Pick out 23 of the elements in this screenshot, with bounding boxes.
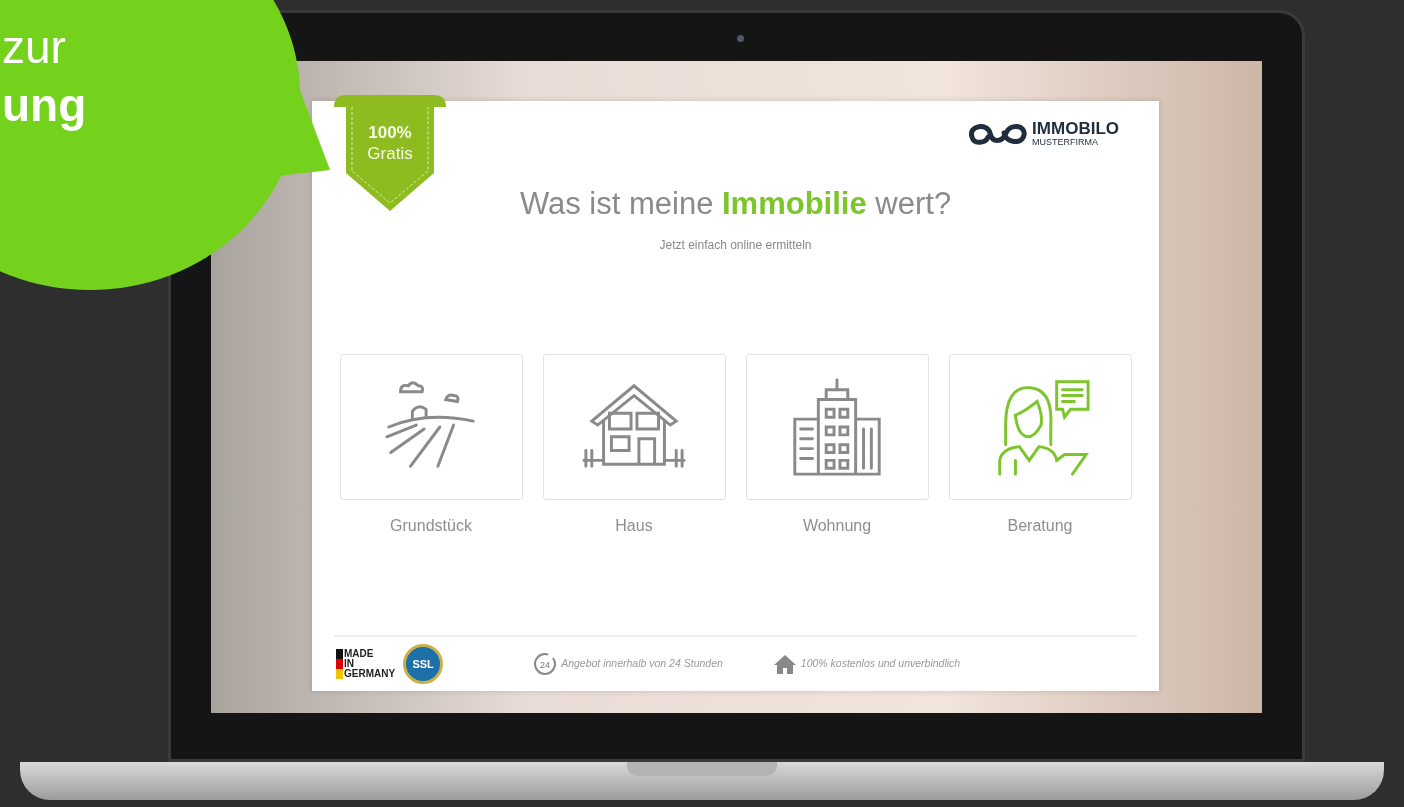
- ribbon-text: Gratis: [366, 143, 414, 164]
- feature-text: 100% kostenlos und unverbindlich: [800, 656, 961, 672]
- feature-text: Angebot innerhalb von 24 Stunden: [561, 656, 723, 672]
- clock-icon: 24: [533, 652, 558, 676]
- property-type-tile[interactable]: [339, 353, 523, 500]
- logo-subtitle: MUSTERFIRMA: [1032, 136, 1100, 147]
- headline: Was ist meine Immobilie wert?: [519, 186, 952, 221]
- home-icon: [772, 654, 797, 674]
- ribbon-text: 100%: [367, 122, 413, 143]
- subheadline: Jetzt einfach online ermitteln: [659, 237, 812, 252]
- bubble-text: ung: [2, 78, 87, 133]
- bubble-text: zur: [2, 20, 67, 75]
- property-type-tile[interactable]: [948, 353, 1132, 500]
- tile-label: Haus: [615, 515, 653, 536]
- logo-name: IMMOBILO: [1032, 119, 1119, 137]
- made-in-germany-label: MADE IN GERMANY: [336, 649, 396, 679]
- property-type-tile[interactable]: [745, 353, 929, 500]
- property-type-tile[interactable]: [542, 353, 726, 500]
- tile-label: Wohnung: [802, 515, 872, 536]
- tile-label: Beratung: [1007, 515, 1073, 536]
- ssl-seal: SSL: [403, 644, 444, 684]
- camera-dot: [736, 35, 744, 42]
- tile-label: Grundstück: [390, 515, 472, 536]
